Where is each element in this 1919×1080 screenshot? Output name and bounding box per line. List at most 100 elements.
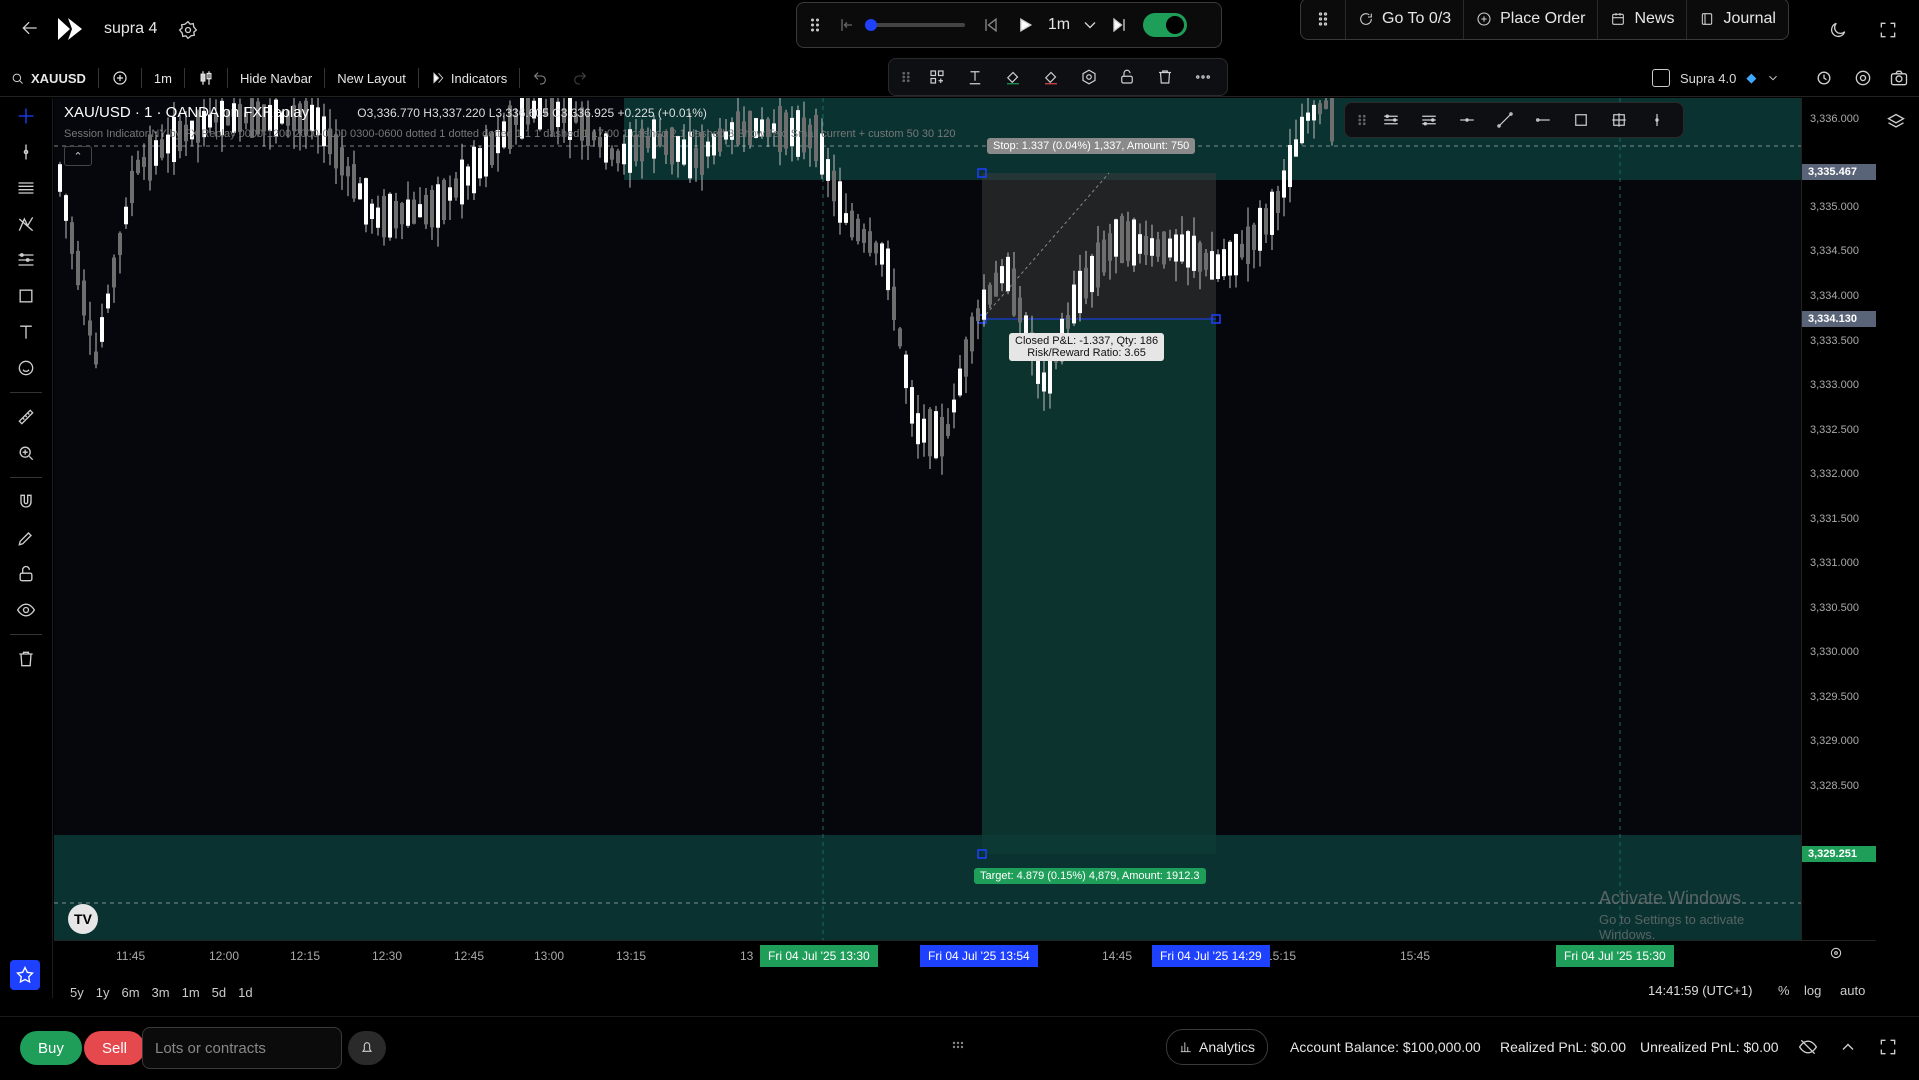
range-button-3m[interactable]: 3m [152,985,170,1000]
rectangle-icon[interactable] [0,278,52,314]
short-position-icon[interactable] [1411,111,1447,129]
log-toggle[interactable]: log [1804,983,1821,998]
price-chart[interactable]: XAU/USD · 1 · OANDA on FXReplay O3,336.7… [54,98,1801,940]
candle-body [1192,235,1196,271]
journal-button[interactable]: Journal [1686,0,1787,39]
back-arrow-icon[interactable] [20,18,40,38]
horizontal-ray-icon[interactable] [1449,111,1485,129]
trendline-icon[interactable] [0,134,52,170]
templates-icon[interactable] [921,68,953,86]
symbol-search[interactable]: XAUUSD [0,60,98,96]
rectangle-tool-icon[interactable] [1563,111,1599,129]
crosshair-icon[interactable] [0,98,52,134]
fib-icon[interactable] [0,242,52,278]
redo-icon[interactable] [560,60,600,96]
more-dots-icon[interactable] [1187,68,1219,86]
jump-start-icon[interactable] [833,15,861,35]
layout-name[interactable]: supra 4 [104,20,157,38]
sell-button[interactable]: Sell [84,1031,146,1065]
eye-icon[interactable] [0,592,52,628]
chart-settings-icon[interactable] [1853,68,1873,88]
range-button-6m[interactable]: 6m [121,985,139,1000]
text-icon[interactable] [0,314,52,350]
favorites-star-icon[interactable] [10,960,40,990]
range-button-1y[interactable]: 1y [96,985,110,1000]
drag-handle-icon[interactable] [897,68,915,86]
play-icon[interactable] [1009,15,1041,35]
goto-button[interactable]: Go To 0/3 [1345,0,1463,39]
analytics-button[interactable]: Analytics [1166,1029,1269,1065]
order-lock-icon[interactable] [348,1031,386,1065]
pattern-icon[interactable] [0,206,52,242]
candle-body [412,199,416,224]
lock-icon[interactable] [1111,68,1143,86]
interval-selector[interactable]: 1m [142,60,184,96]
hide-navbar-button[interactable]: Hide Navbar [228,60,324,96]
long-position-icon[interactable] [1373,111,1409,129]
fullscreen-icon[interactable] [1878,20,1898,40]
zoom-in-icon[interactable] [0,435,52,471]
candle-body [976,308,980,322]
chevron-up-icon[interactable] [1838,1037,1858,1057]
place-order-label: Place Order [1500,10,1586,27]
step-forward-icon[interactable] [1103,15,1135,35]
magnet-icon[interactable] [0,484,52,520]
horizontal-line-icon[interactable] [1525,111,1561,129]
panel-handle-icon[interactable] [950,1037,966,1053]
chevron-down-icon[interactable] [1077,15,1103,35]
replay-slider[interactable] [865,19,965,31]
indicators-button[interactable]: Indicators [419,60,519,96]
new-layout-button[interactable]: New Layout [325,60,418,96]
line-color-icon[interactable] [1035,68,1067,86]
auto-toggle[interactable]: auto [1840,983,1865,998]
candle-body [442,179,446,221]
dark-mode-icon[interactable] [1828,20,1848,40]
expand-panel-icon[interactable] [1878,1037,1898,1057]
crosshair-box-icon[interactable] [1601,111,1637,129]
horizontal-lines-icon[interactable] [0,170,52,206]
alert-icon[interactable] [1814,68,1834,88]
hide-balance-icon[interactable] [1798,1037,1818,1057]
fill-color-icon[interactable] [997,68,1029,86]
time-axis[interactable]: 11:45 12:00 12:15 12:30 12:45 13:00 13:15 13 14:… [54,940,1876,969]
undo-icon[interactable] [520,60,560,96]
news-button[interactable]: News [1597,0,1686,39]
clock[interactable]: 14:41:59 (UTC+1) [1648,983,1752,998]
range-button-1m[interactable]: 1m [182,985,200,1000]
lock-drawings-icon[interactable] [0,556,52,592]
add-symbol-icon[interactable] [99,60,141,96]
trash-icon[interactable] [1149,68,1181,86]
trash-icon[interactable] [0,641,52,677]
vertical-line-icon[interactable] [1639,111,1675,129]
time-settings-icon[interactable] [1828,945,1844,961]
legend-title[interactable]: XAU/USD · 1 · OANDA on FXReplay [64,104,309,121]
collapse-legend-icon[interactable]: ⌃ [64,146,92,166]
range-button-5d[interactable]: 5d [212,985,226,1000]
buy-button[interactable]: Buy [20,1031,82,1065]
text-color-icon[interactable] [959,68,991,86]
place-order-button[interactable]: Place Order [1463,0,1597,39]
trend-line-icon[interactable] [1487,111,1523,129]
layers-icon[interactable] [1886,112,1906,132]
step-back-icon[interactable] [973,15,1009,35]
template-selector[interactable]: Supra 4.0 ◆ [1652,60,1780,96]
target-zone[interactable] [982,319,1216,854]
range-button-5y[interactable]: 5y [70,985,84,1000]
drag-handle-icon[interactable] [1353,111,1371,129]
candles-icon[interactable] [185,60,227,96]
replay-speed[interactable]: 1m [1041,16,1077,34]
drag-handle-icon[interactable] [797,15,833,35]
draw-lock-icon[interactable] [0,520,52,556]
settings-hex-icon[interactable] [1073,68,1105,86]
camera-icon[interactable] [1889,68,1909,88]
emoji-icon[interactable] [0,350,52,386]
apps-grid-button[interactable] [1301,0,1345,39]
lots-input[interactable]: Lots or contracts [142,1027,342,1069]
price-axis[interactable]: 3,336.000 3,335.000 3,334.500 3,334.000 3,33… [1801,98,1880,940]
settings-gear-icon[interactable] [178,20,198,40]
top-actions: Go To 0/3 Place Order News Journal [1300,0,1789,40]
percent-toggle[interactable]: % [1778,983,1790,998]
range-button-1d[interactable]: 1d [238,985,252,1000]
ruler-icon[interactable] [0,399,52,435]
auto-play-toggle[interactable] [1143,13,1187,37]
